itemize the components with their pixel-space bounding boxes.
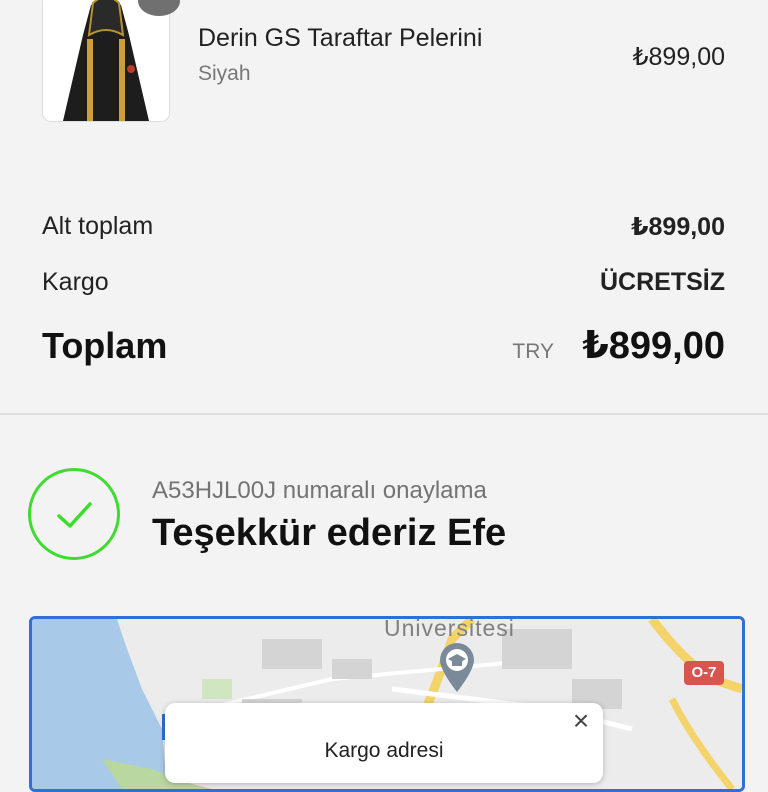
confirmation-number: A53HJL00J numaralı onaylama [152,477,487,504]
map-place-label: Universitesi [384,616,515,641]
university-pin-icon [440,643,474,692]
shipping-value: ÜCRETSİZ [600,268,725,296]
section-divider [0,413,768,415]
shipping-label: Kargo [42,268,109,296]
product-name: Derin GS Taraftar Pelerini [198,24,483,52]
checkmark-icon [28,468,120,560]
total-value: ₺899,00 [582,325,725,367]
product-image [42,0,170,122]
thank-you-heading: Teşekkür ederiz Efe [152,512,507,554]
cape-image [43,0,169,121]
close-icon[interactable]: × [567,707,595,735]
currency-code: TRY [512,340,554,363]
popup-title: Kargo adresi [324,739,444,762]
product-price: ₺899,00 [632,43,725,71]
total-label: Toplam [42,325,168,366]
subtotal-label: Alt toplam [42,212,154,240]
product-variant: Siyah [198,62,251,85]
shipping-address-popup: × Kargo adresi [165,703,603,783]
subtotal-value: ₺899,00 [631,213,725,241]
road-badge: O-7 [684,661,724,685]
